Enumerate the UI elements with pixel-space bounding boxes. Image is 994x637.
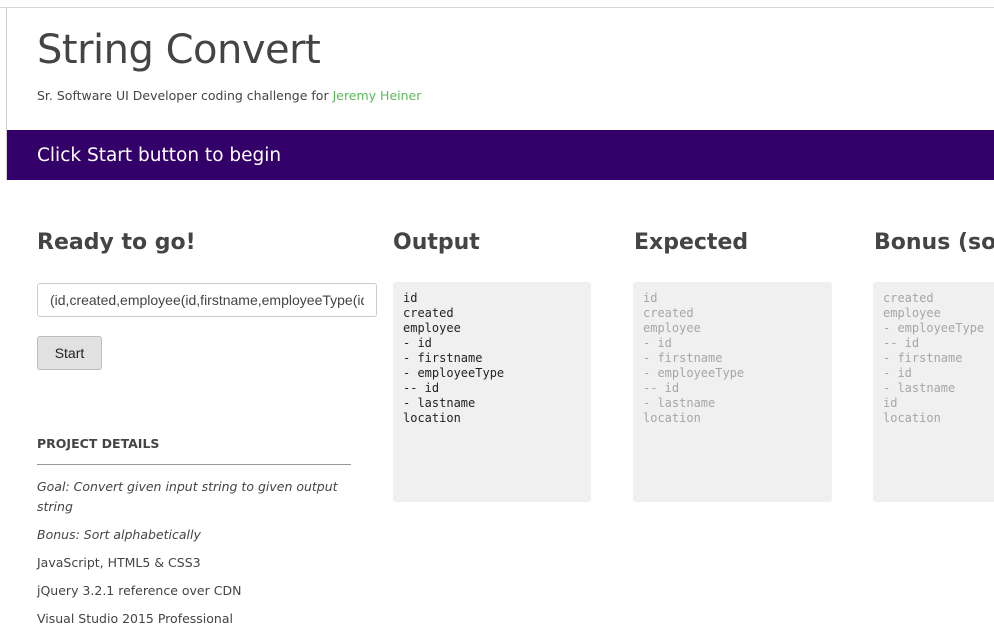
detail-bonus: Bonus: Sort alphabetically: [37, 527, 201, 542]
subtitle-text: Sr. Software UI Developer coding challen…: [37, 88, 333, 103]
output-heading: Output: [393, 230, 480, 255]
bonus-heading: Bonus (sor: [874, 230, 994, 255]
detail-goal: Goal: Convert given input string to give…: [37, 479, 338, 514]
output-text: id created employee - id - firstname - e…: [403, 291, 505, 425]
input-column-heading: Ready to go!: [37, 230, 196, 255]
banner-text: Click Start button to begin: [37, 145, 282, 166]
page-title: String Convert: [37, 27, 321, 73]
expected-box: id created employee - id - firstname - e…: [633, 282, 832, 502]
details-divider: [37, 464, 351, 465]
expected-heading: Expected: [634, 230, 749, 255]
detail-ide: Visual Studio 2015 Professional: [37, 611, 233, 626]
detail-jquery: jQuery 3.2.1 reference over CDN: [37, 583, 242, 598]
page: String Convert Sr. Software UI Developer…: [0, 0, 994, 637]
output-box: id created employee - id - firstname - e…: [393, 282, 591, 502]
expected-text: id created employee - id - firstname - e…: [643, 291, 745, 425]
detail-tech: JavaScript, HTML5 & CSS3: [37, 555, 201, 570]
bonus-box: created employee - employeeType -- id - …: [873, 282, 994, 502]
author-link[interactable]: Jeremy Heiner: [333, 88, 422, 103]
start-button[interactable]: Start: [37, 336, 102, 370]
bonus-text: created employee - employeeType -- id - …: [883, 291, 985, 425]
input-string-field[interactable]: [37, 283, 377, 317]
browser-top-edge: [0, 0, 994, 8]
subtitle: Sr. Software UI Developer coding challen…: [37, 88, 421, 103]
project-details-heading: PROJECT DETAILS: [37, 436, 160, 451]
status-banner: Click Start button to begin: [7, 130, 994, 180]
